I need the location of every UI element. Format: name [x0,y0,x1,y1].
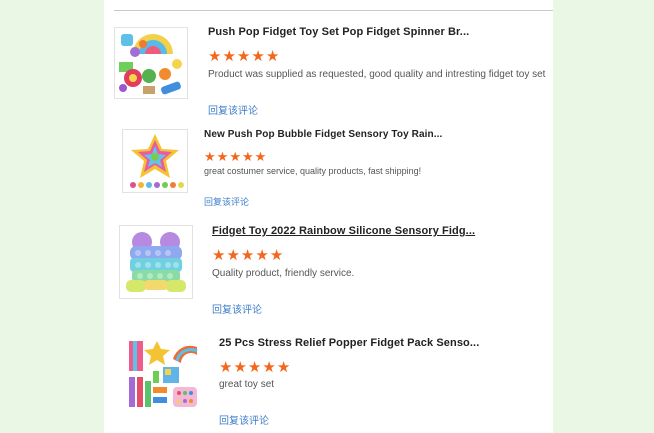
product-title[interactable]: 25 Pcs Stress Relief Popper Fidget Pack … [219,337,479,349]
star-icon: ★ [276,359,291,376]
star-rating: ★★★★★ [219,359,291,377]
product-thumbnail[interactable] [124,336,202,414]
review-item: 25 Pcs Stress Relief Popper Fidget Pack … [104,0,553,433]
reply-link[interactable]: 回复该评论 [219,412,269,427]
fidget-pack-image [125,337,201,413]
star-icon: ★ [219,359,233,376]
reviews-panel: Push Pop Fidget Toy Set Pop Fidget Spinn… [104,0,553,433]
review-comment: great toy set [219,379,275,390]
star-icon: ★ [233,359,247,376]
star-icon: ★ [247,359,262,376]
star-icon: ★ [262,359,276,376]
